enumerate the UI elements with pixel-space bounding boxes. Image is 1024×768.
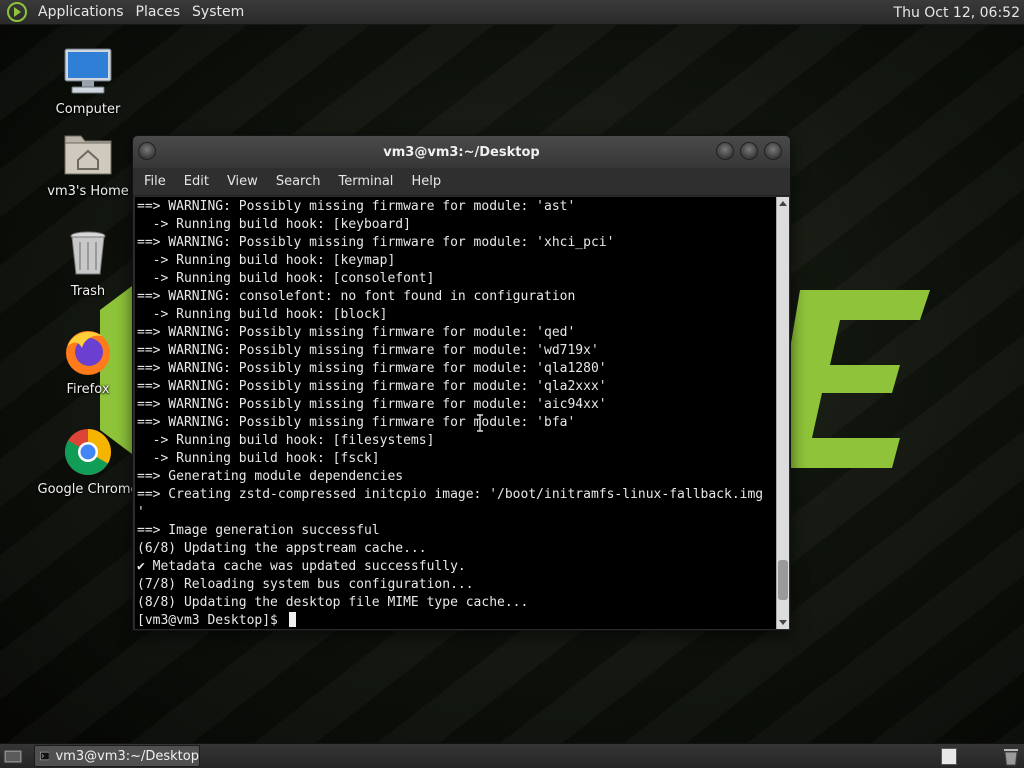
terminal-prompt-line[interactable]: [vm3@vm3 Desktop]$ [137, 612, 776, 629]
menu-search[interactable]: Search [267, 174, 330, 189]
bottom-panel: vm3@vm3:~/Desktop [0, 743, 1024, 768]
terminal-line: ==> WARNING: Possibly missing firmware f… [137, 379, 607, 394]
desktop-icon-label: Firefox [66, 382, 110, 397]
terminal-line: -> Running build hook: [block] [137, 307, 388, 322]
terminal-line: (8/8) Updating the desktop file MIME typ… [137, 595, 529, 610]
terminal-line: ==> Creating zstd-compressed initcpio im… [137, 487, 764, 502]
desktop-icon-trash[interactable]: Trash [33, 228, 143, 299]
menu-edit[interactable]: Edit [175, 174, 218, 189]
terminal-window[interactable]: vm3@vm3:~/Desktop File Edit View Search … [132, 135, 791, 631]
terminal-line: ==> WARNING: Possibly missing firmware f… [137, 361, 607, 376]
menu-terminal[interactable]: Terminal [329, 174, 402, 189]
terminal-line: -> Running build hook: [filesystems] [137, 433, 435, 448]
desktop-icon-label: Trash [70, 284, 106, 299]
desktop-icon-label: Google Chrome [37, 482, 139, 497]
window-title: vm3@vm3:~/Desktop [383, 144, 540, 160]
desktop-icon-label: vm3's Home [47, 184, 129, 199]
terminal-line: ' [137, 505, 145, 520]
trash-icon [70, 231, 106, 275]
clock[interactable]: Thu Oct 12, 06:52 [894, 0, 1020, 25]
scrollbar-thumb[interactable] [778, 560, 788, 601]
places-menu[interactable]: Places [130, 0, 187, 24]
terminal-line: -> Running build hook: [keymap] [137, 253, 396, 268]
terminal-scrollbar[interactable] [776, 197, 789, 629]
terminal-line: ==> WARNING: Possibly missing firmware f… [137, 397, 607, 412]
trash-applet-icon[interactable] [1002, 747, 1020, 766]
terminal-line: (7/8) Reloading system bus configuration… [137, 577, 474, 592]
terminal-line: ==> WARNING: Possibly missing firmware f… [137, 199, 576, 214]
menu-help[interactable]: Help [402, 174, 450, 189]
terminal-lines: ==> WARNING: Possibly missing firmware f… [135, 197, 776, 629]
minimize-button[interactable] [716, 142, 734, 160]
terminal-line: ==> WARNING: consolefont: no font found … [137, 289, 576, 304]
terminal-line: -> Running build hook: [consolefont] [137, 271, 435, 286]
close-button[interactable] [764, 142, 782, 160]
terminal-line: -> Running build hook: [fsck] [137, 451, 380, 466]
terminal-line: -> Running build hook: [keyboard] [137, 217, 411, 232]
show-desktop-icon[interactable] [2, 745, 24, 767]
firefox-icon [66, 331, 110, 375]
terminal-line: ✔ Metadata cache was updated successfull… [137, 559, 466, 574]
menu-view[interactable]: View [218, 174, 267, 189]
desktop-icon-computer[interactable]: Computer [33, 46, 143, 117]
taskbar-item-terminal[interactable]: vm3@vm3:~/Desktop [34, 745, 200, 767]
computer-icon [64, 48, 112, 94]
top-panel: Applications Places System Thu Oct 12, 0… [0, 0, 1024, 25]
terminal-line: (6/8) Updating the appstream cache... [137, 541, 427, 556]
terminal-line: ==> WARNING: Possibly missing firmware f… [137, 415, 576, 430]
taskbar-item-label: vm3@vm3:~/Desktop [55, 748, 199, 764]
terminal-line: ==> WARNING: Possibly missing firmware f… [137, 235, 615, 250]
mouse-ibeam-cursor [477, 414, 483, 432]
terminal-output[interactable]: ==> WARNING: Possibly missing firmware f… [135, 197, 776, 629]
scroll-up-arrow-icon[interactable] [777, 197, 789, 211]
system-menu[interactable]: System [186, 0, 250, 24]
desktop-icon-label: Computer [55, 102, 121, 117]
chrome-icon [65, 429, 111, 475]
terminal-menubar: File Edit View Search Terminal Help [133, 168, 790, 196]
terminal-line: ==> WARNING: Possibly missing firmware f… [137, 343, 599, 358]
workspace-switcher[interactable] [941, 748, 957, 765]
home-folder-icon [64, 135, 112, 175]
distro-logo-icon[interactable] [6, 1, 28, 23]
desktop-icon-firefox[interactable]: Firefox [33, 326, 143, 397]
terminal-icon [40, 751, 50, 761]
terminal-prompt: [vm3@vm3 Desktop]$ [137, 613, 286, 628]
maximize-button[interactable] [740, 142, 758, 160]
terminal-line: ==> Generating module dependencies [137, 469, 404, 484]
window-titlebar[interactable]: vm3@vm3:~/Desktop [133, 136, 790, 168]
desktop-icon-home[interactable]: vm3's Home [33, 128, 143, 199]
terminal-line: ==> WARNING: Possibly missing firmware f… [137, 325, 576, 340]
desktop-icon-chrome[interactable]: Google Chrome [33, 426, 143, 497]
scroll-down-arrow-icon[interactable] [777, 615, 789, 629]
text-cursor [288, 612, 296, 627]
window-menu-button[interactable] [138, 142, 156, 160]
top-panel-menu: Applications Places System [0, 0, 250, 24]
menu-file[interactable]: File [133, 174, 175, 189]
terminal-line: ==> Image generation successful [137, 523, 380, 538]
applications-menu[interactable]: Applications [32, 0, 130, 24]
